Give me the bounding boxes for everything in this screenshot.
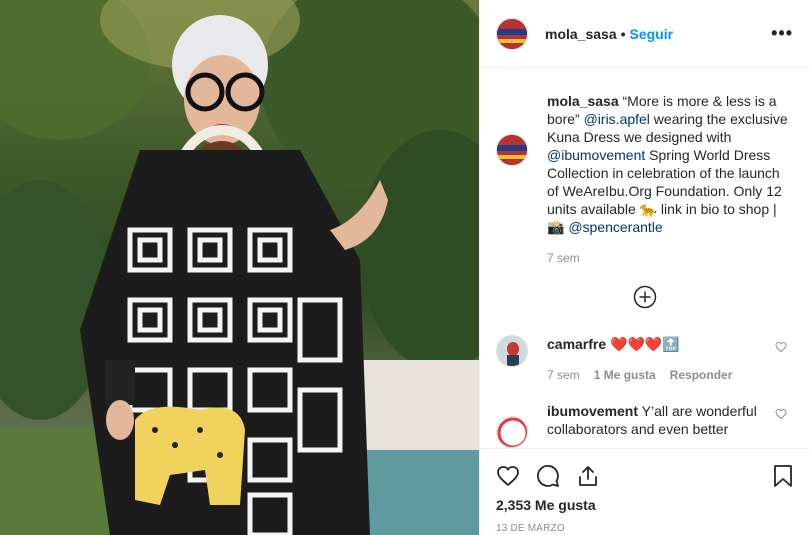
heart-icon[interactable] — [775, 408, 787, 420]
post-actions: 2,353 Me gusta 13 DE MARZO — [480, 448, 809, 534]
bookmark-icon[interactable] — [773, 464, 793, 488]
separator-dot: • — [620, 25, 626, 42]
post-date[interactable]: 13 DE MARZO — [496, 523, 793, 534]
post-photo-illustration — [0, 0, 479, 535]
instagram-post: mola_sasa • Seguir ••• mola_sasa “More i… — [0, 0, 809, 535]
comments-list[interactable]: mola_sasa “More is more & less is a bore… — [480, 68, 809, 448]
avatar[interactable] — [496, 17, 528, 50]
comment-username[interactable]: ibumovement — [547, 403, 638, 419]
heart-icon[interactable] — [496, 464, 520, 488]
avatar-image — [497, 18, 527, 49]
comment-content: ❤️❤️❤️🔝 — [606, 336, 680, 352]
more-options-icon[interactable]: ••• — [771, 23, 793, 44]
mention-link[interactable]: @spencerantle — [568, 219, 662, 235]
action-bar — [496, 449, 793, 499]
comment-item: ibumovement Y’all are wonderful collabor… — [496, 402, 793, 448]
caption-text: mola_sasa “More is more & less is a bore… — [547, 92, 793, 236]
caption: mola_sasa “More is more & less is a bore… — [496, 92, 793, 267]
comment-text: ibumovement Y’all are wonderful collabor… — [547, 402, 793, 438]
post-header: mola_sasa • Seguir ••• — [480, 0, 809, 68]
comment-body: camarfre ❤️❤️❤️🔝 7 sem 1 Me gusta Responde… — [547, 335, 793, 384]
follow-button[interactable]: Seguir — [630, 26, 674, 42]
comment-item: camarfre ❤️❤️❤️🔝 7 sem 1 Me gusta Responde… — [496, 335, 793, 384]
comment-likes[interactable]: 1 Me gusta — [594, 368, 656, 382]
post-side-panel: mola_sasa • Seguir ••• mola_sasa “More i… — [479, 0, 809, 535]
comment-body: ibumovement Y’all are wonderful collabor… — [547, 402, 793, 438]
avatar-image — [497, 417, 527, 447]
comment-bubble-icon[interactable] — [536, 464, 560, 488]
caption-username[interactable]: mola_sasa — [547, 93, 619, 109]
avatar[interactable] — [496, 416, 528, 448]
avatar[interactable] — [496, 134, 528, 166]
caption-meta: 7 sem — [547, 249, 793, 267]
caption-body: mola_sasa “More is more & less is a bore… — [547, 92, 793, 267]
like-count[interactable]: 2,353 Me gusta — [496, 497, 793, 513]
comment-username[interactable]: camarfre — [547, 336, 606, 352]
caption-time[interactable]: 7 sem — [547, 251, 580, 265]
reply-button[interactable]: Responder — [670, 368, 733, 382]
heart-icon[interactable] — [775, 341, 787, 353]
header-username[interactable]: mola_sasa — [545, 26, 617, 42]
comment-meta: 7 sem 1 Me gusta Responder — [547, 366, 793, 384]
avatar-image — [497, 135, 527, 165]
comment-time[interactable]: 7 sem — [547, 368, 580, 382]
mention-link[interactable]: @ibumovement — [547, 147, 645, 163]
mention-link[interactable]: @iris.apfel — [584, 111, 650, 127]
comment-text: camarfre ❤️❤️❤️🔝 — [547, 335, 793, 353]
avatar-image — [497, 336, 527, 366]
share-icon[interactable] — [576, 464, 600, 488]
post-photo[interactable] — [0, 0, 479, 535]
plus-circle-icon[interactable] — [633, 285, 657, 309]
avatar[interactable] — [496, 335, 528, 367]
